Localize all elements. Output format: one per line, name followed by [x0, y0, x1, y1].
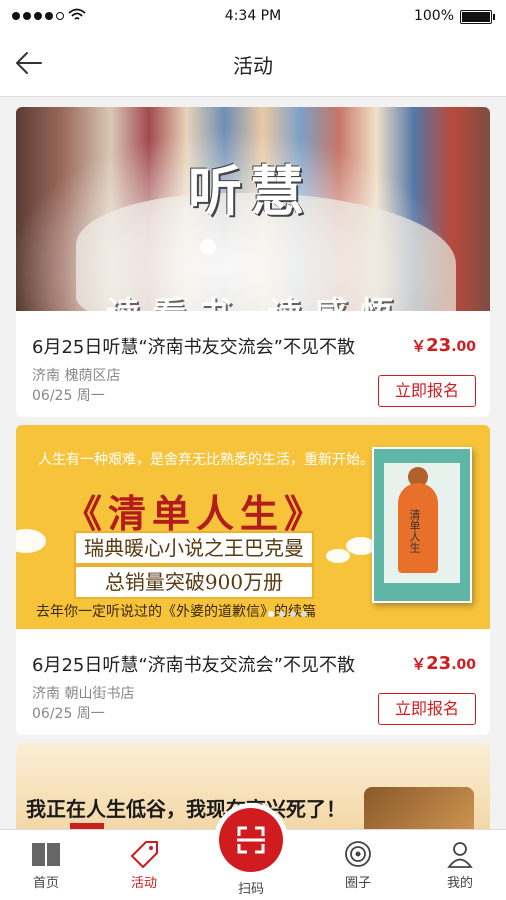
book-cover-image: 清单人生: [372, 447, 472, 603]
event-location: 济南 朝山街书店: [32, 686, 135, 702]
event-date: 06/25 周一: [32, 388, 105, 404]
banner-quote: 人生有一种艰难，是舍弃无比熟悉的生活，重新开始。: [38, 452, 374, 468]
event-title: 6月25日听慧“济南书友交流会”不见不散: [32, 337, 356, 358]
tag-icon: [131, 841, 158, 868]
banner-line: 瑞典暖心小说之王巴克曼: [76, 533, 312, 563]
carousel-dot: [200, 239, 216, 255]
event-price: ￥23.00: [411, 653, 476, 674]
book-icon: [32, 843, 60, 866]
event-date: 06/25 周一: [32, 706, 105, 722]
scan-label: 扫码: [237, 882, 264, 897]
banner-subtitle: 读看书 读感悟: [106, 287, 406, 311]
banner-line: 总销量突破900万册: [76, 567, 312, 597]
banner-title: 听慧: [188, 159, 312, 223]
scan-icon: [237, 826, 265, 854]
page-title: 活动: [233, 54, 273, 78]
signup-button[interactable]: 立即报名: [378, 693, 476, 725]
tab-mine[interactable]: 我的: [430, 840, 490, 891]
event-card[interactable]: 听慧 读看书 读感悟 6月25日听慧“济南书友交流会”不见不散 ￥23.00 济…: [16, 107, 490, 417]
user-icon: [447, 842, 473, 868]
tab-circle[interactable]: 圈子: [328, 840, 388, 891]
event-card[interactable]: 人生有一种艰难，是舍弃无比熟悉的生活，重新开始。 《清单人生》 瑞典暖心小说之王…: [16, 425, 490, 735]
book-cover-title: 清单人生: [408, 509, 421, 553]
banner-headline: 我正在人生低谷，我现在高兴死了！: [26, 797, 346, 821]
battery-percent: 100%: [413, 8, 454, 24]
tab-activity[interactable]: 活动: [114, 840, 174, 891]
signup-button[interactable]: 立即报名: [378, 375, 476, 407]
event-title: 6月25日听慧“济南书友交流会”不见不散: [32, 655, 356, 676]
scan-button[interactable]: [219, 808, 283, 872]
event-banner[interactable]: 人生有一种艰难，是舍弃无比熟悉的生活，重新开始。 《清单人生》 瑞典暖心小说之王…: [16, 425, 490, 629]
event-banner[interactable]: 听慧 读看书 读感悟: [16, 107, 490, 311]
battery-icon: [460, 10, 495, 24]
event-price: ￥23.00: [411, 335, 476, 356]
banner-title: 《清单人生》: [64, 491, 329, 536]
carousel-dots: [268, 611, 307, 617]
tab-home[interactable]: 首页: [16, 840, 76, 891]
status-bar: 4:34 PM 100%: [0, 0, 506, 32]
tab-bar: 首页 活动 扫码 圈子 我的: [0, 808, 506, 900]
nav-bar: 活动: [0, 32, 506, 97]
event-location: 济南 槐荫区店: [32, 368, 121, 384]
circle-icon: [345, 841, 371, 867]
